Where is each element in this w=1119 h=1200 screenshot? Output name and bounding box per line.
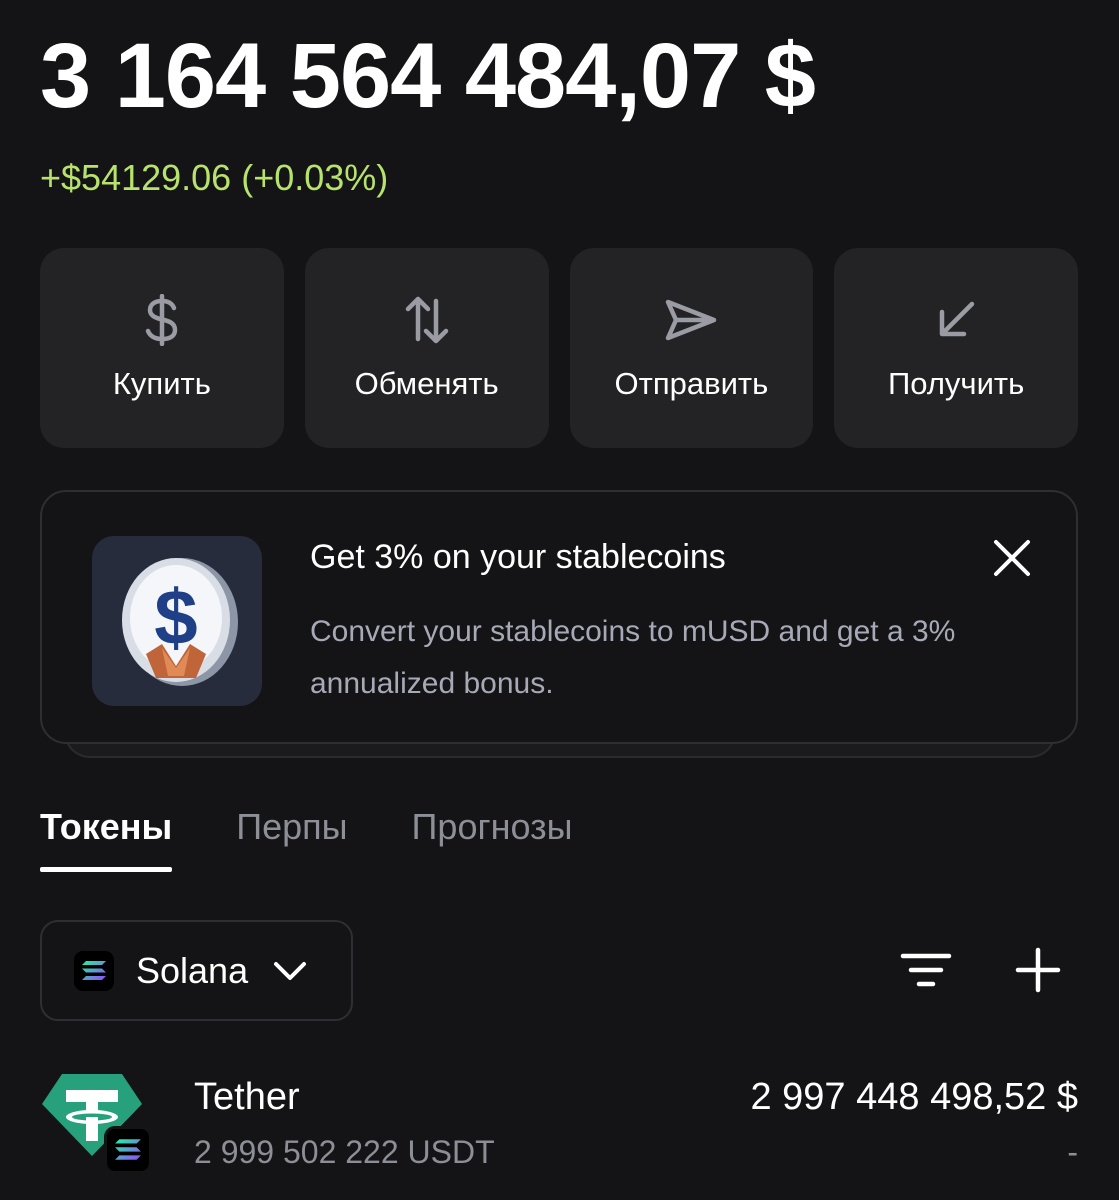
receive-label: Получить (888, 366, 1025, 401)
close-icon[interactable] (986, 532, 1038, 584)
network-label: Solana (136, 949, 249, 991)
filter-icon[interactable] (900, 948, 952, 994)
token-name: Tether (194, 1076, 300, 1118)
swap-button[interactable]: Обменять (304, 248, 549, 448)
buy-label: Купить (112, 366, 211, 401)
promo-text: Convert your stablecoins to mUSD and get… (310, 615, 956, 700)
dollar-coin-icon: $ (92, 536, 262, 706)
send-button[interactable]: Отправить (569, 248, 814, 448)
chevron-down-icon (272, 953, 308, 989)
send-icon (663, 292, 719, 348)
asset-tabs: Токены Перпы Прогнозы (40, 806, 636, 872)
solana-icon (104, 1126, 152, 1174)
token-row[interactable]: Tether 2 999 502 222 USDT 2 997 448 498,… (40, 1066, 1078, 1200)
tab-predictions[interactable]: Прогнозы (412, 806, 573, 872)
swap-label: Обменять (354, 366, 499, 401)
wallet-screen: 3 164 564 484,07 $ +$54129.06 (+0.03%) К… (0, 0, 1119, 1200)
send-label: Отправить (614, 366, 769, 401)
receive-button[interactable]: Получить (834, 248, 1078, 448)
tab-perps[interactable]: Перпы (236, 806, 347, 872)
promo-card[interactable]: $ Get 3% on your stablecoins Convert you… (40, 490, 1078, 744)
plus-icon[interactable] (1014, 946, 1062, 994)
svg-text:$: $ (154, 573, 197, 661)
solana-icon (74, 950, 114, 991)
token-value: 2 997 448 498,52 $ (750, 1076, 1078, 1118)
action-buttons: Купить Обменять Отправить Получить (40, 248, 1078, 448)
total-balance: 3 164 564 484,07 $ (40, 25, 816, 127)
promo-title: Get 3% on your stablecoins (310, 538, 726, 576)
buy-button[interactable]: Купить (40, 248, 284, 448)
token-change: - (1067, 1134, 1078, 1170)
tab-tokens[interactable]: Токены (40, 806, 173, 872)
swap-arrows-icon (399, 292, 455, 348)
receive-arrow-icon (928, 292, 984, 348)
dollar-icon (134, 292, 190, 348)
balance-change: +$54129.06 (+0.03%) (40, 157, 389, 198)
network-selector[interactable]: Solana (40, 920, 353, 1021)
token-amount: 2 999 502 222 USDT (194, 1134, 495, 1170)
